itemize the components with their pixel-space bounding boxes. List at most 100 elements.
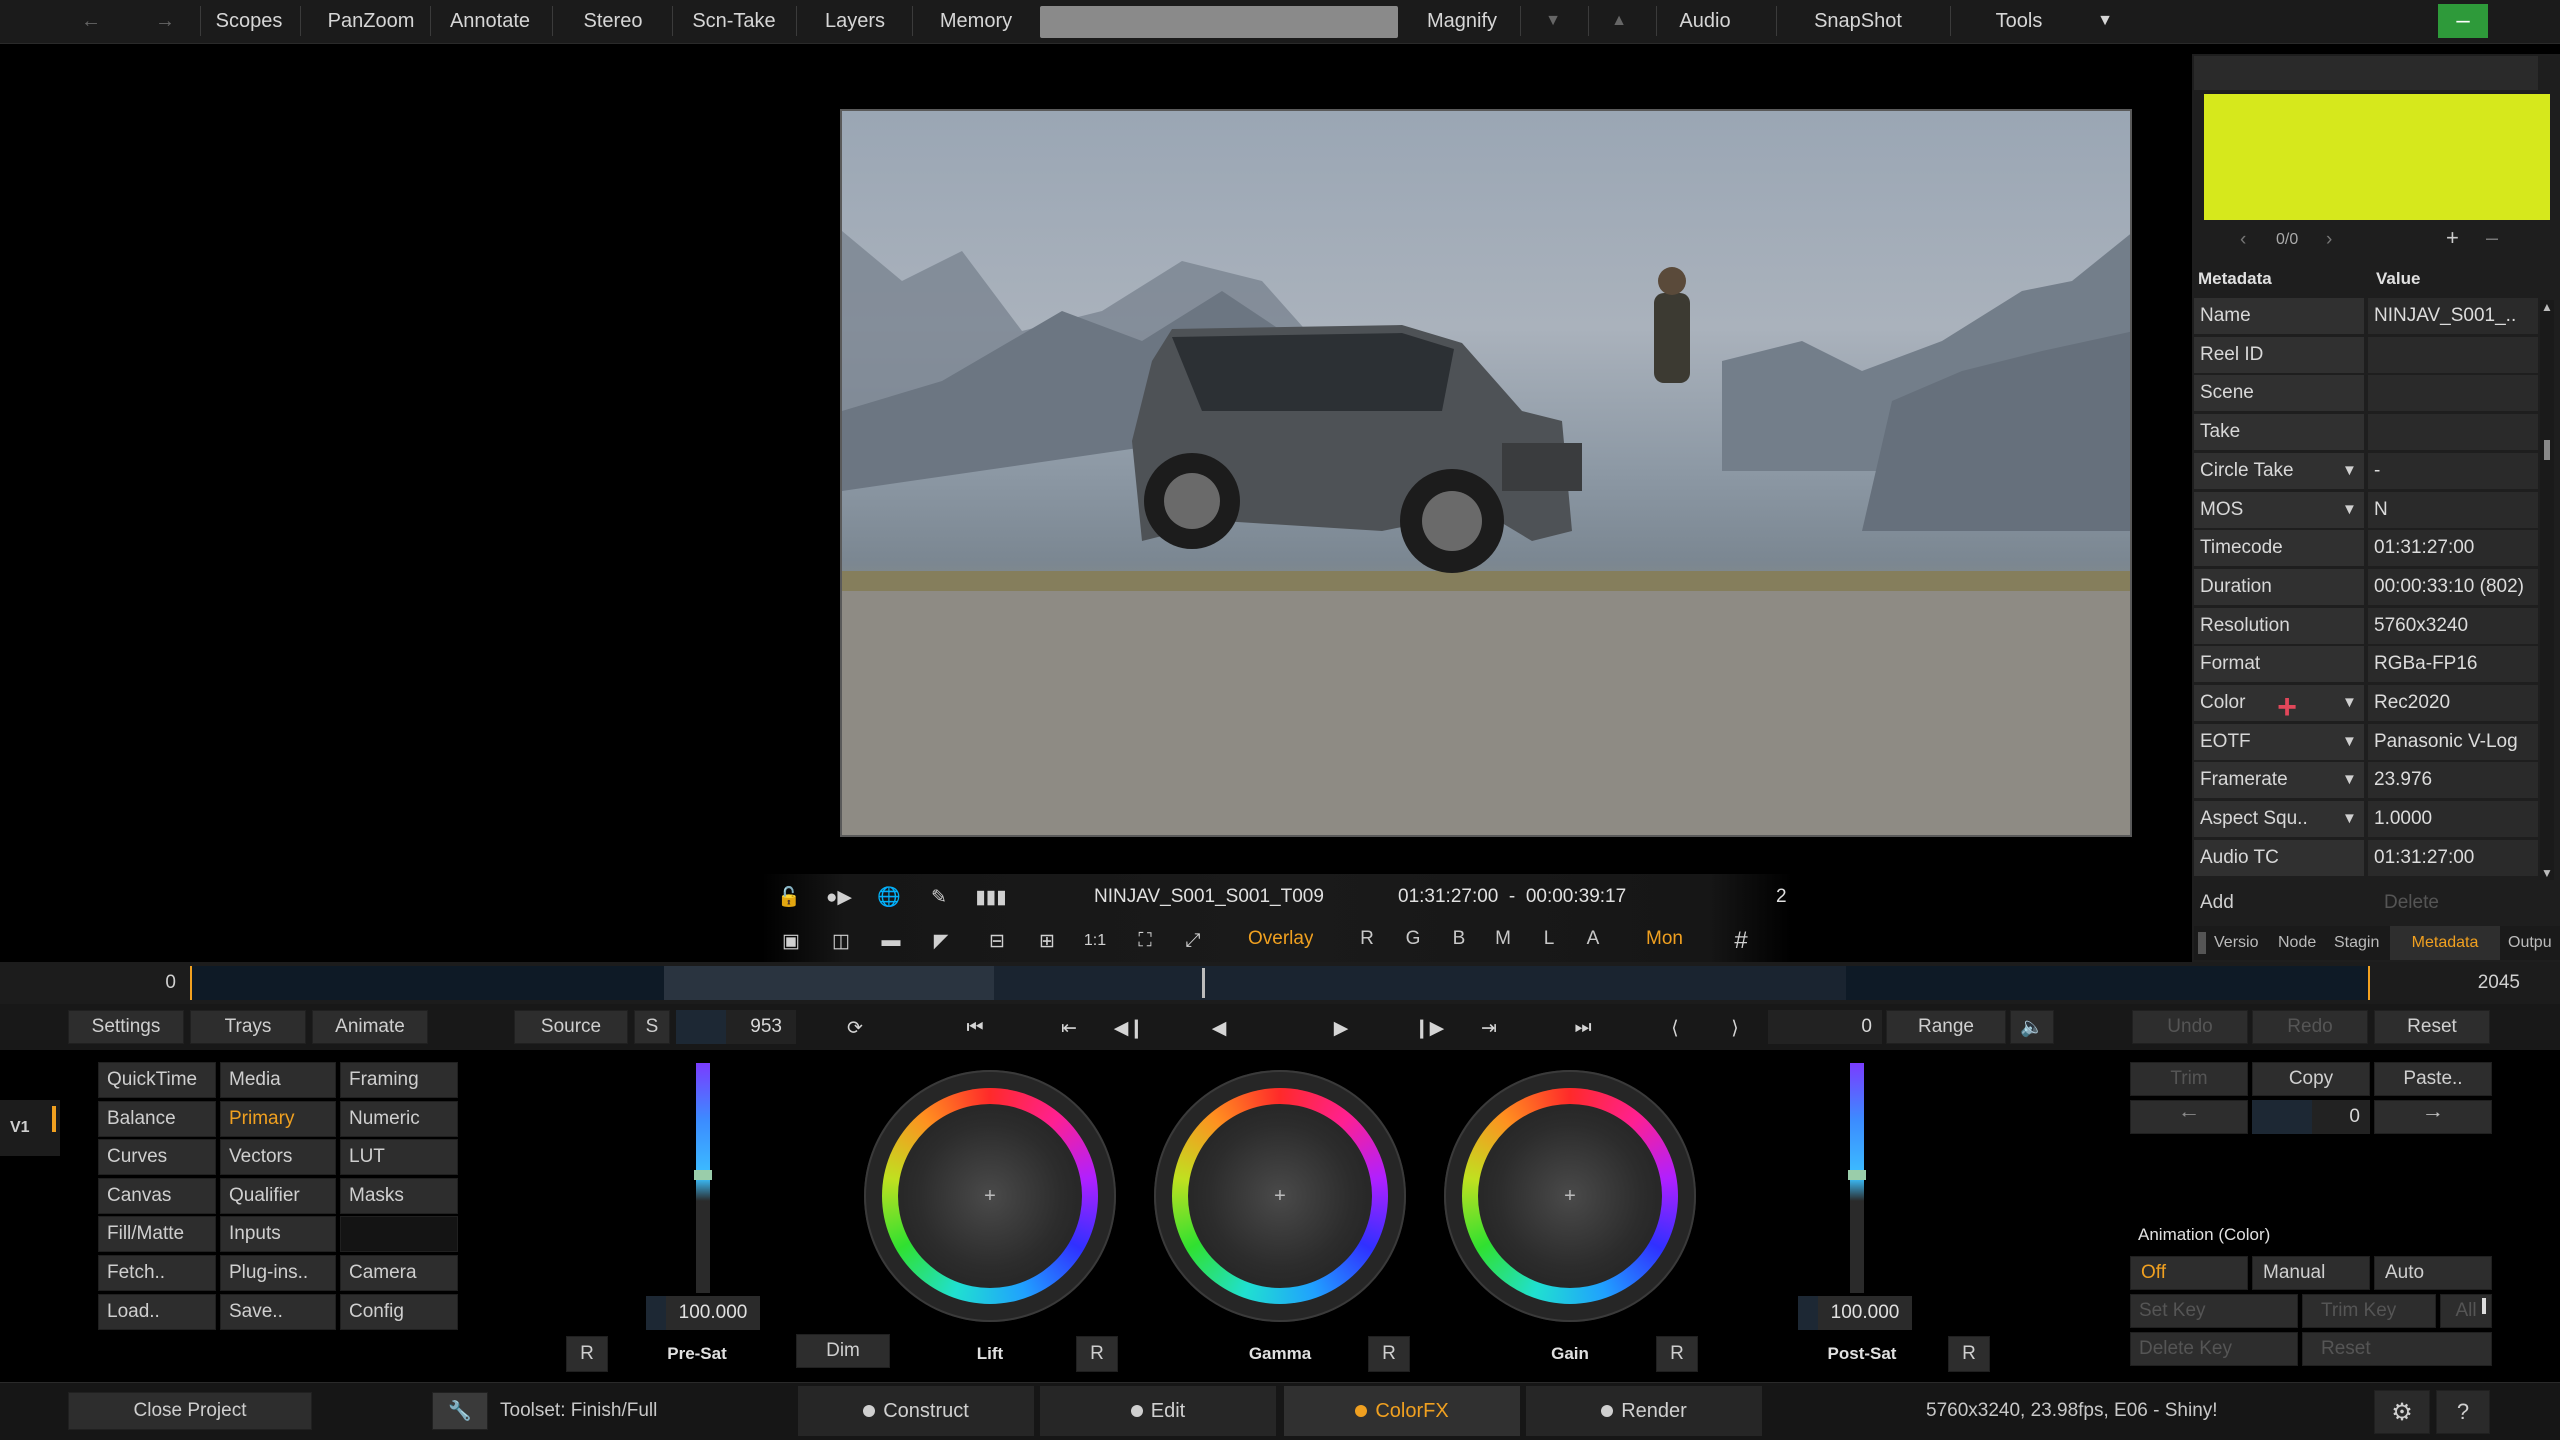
dropdown-arrow-icon[interactable]: ▼ [2342, 501, 2518, 518]
metadata-row[interactable]: Resolution 5760x3240 [2194, 608, 2538, 646]
grid-icon[interactable]: # [1724, 926, 1758, 956]
channel-r-button[interactable]: R [1354, 924, 1380, 954]
lift-wheel[interactable]: + [864, 1070, 1116, 1322]
overlay-button[interactable]: Overlay [1248, 924, 1313, 954]
channel-b-button[interactable]: B [1446, 924, 1472, 954]
forward-arrow-icon[interactable]: → [140, 4, 190, 38]
tool-primary[interactable]: Primary [220, 1100, 336, 1137]
animate-button[interactable]: Animate [312, 1010, 428, 1044]
step-back-icon[interactable]: ◀❙ [1104, 1010, 1154, 1046]
tool-media[interactable]: Media [220, 1062, 336, 1098]
metadata-value[interactable] [2368, 414, 2538, 450]
minimize-button[interactable]: – [2438, 4, 2488, 38]
scroll-up-icon[interactable]: ▲ [2541, 300, 2553, 314]
film-strip-icon[interactable]: ▮▮▮ [974, 882, 1008, 912]
tool-numeric[interactable]: Numeric [340, 1100, 458, 1137]
tab-staging[interactable]: Stagin [2334, 926, 2388, 960]
postsat-value[interactable]: 100.000 [1798, 1296, 1912, 1330]
step-forward-icon[interactable]: ❙▶ [1404, 1010, 1454, 1046]
tab-node[interactable]: Node [2278, 926, 2328, 960]
metadata-add-button[interactable]: Add [2200, 888, 2234, 918]
dropdown-arrow-icon[interactable]: ▼ [2342, 771, 2518, 788]
tool-masks[interactable]: Masks [340, 1177, 458, 1214]
gamma-wheel[interactable]: + [1154, 1070, 1406, 1322]
dim-button[interactable]: Dim [796, 1334, 890, 1368]
menu-memory[interactable]: Memory [928, 4, 1024, 38]
paste-button[interactable]: Paste.. [2374, 1062, 2492, 1096]
chevron-down-icon[interactable]: ▼ [1530, 4, 1576, 38]
back-arrow-icon[interactable]: ← [66, 4, 116, 38]
menu-layers[interactable]: Layers [810, 4, 900, 38]
menu-audio[interactable]: Audio [1668, 4, 1742, 38]
menu-annotate[interactable]: Annotate [440, 4, 540, 38]
workspace-tab-render[interactable]: Render [1526, 1386, 1762, 1436]
tool-vectors[interactable]: Vectors [220, 1139, 336, 1176]
gain-wheel[interactable]: + [1444, 1070, 1696, 1322]
tab-output[interactable]: Outpu [2508, 926, 2560, 960]
pencil-icon[interactable]: ✎ [922, 882, 956, 912]
chevron-up-icon[interactable]: ▲ [1596, 4, 1642, 38]
redo-button[interactable]: Redo [2252, 1010, 2368, 1044]
scroll-thumb[interactable] [2544, 440, 2550, 460]
metadata-row[interactable]: Timecode 01:31:27:00 [2194, 530, 2538, 568]
trim-key-button[interactable]: Trim Key [2302, 1294, 2436, 1328]
metadata-value[interactable]: 01:31:27:00 [2368, 840, 2538, 876]
mon-button[interactable]: Mon [1646, 924, 1683, 954]
tool-plug-ins[interactable]: Plug-ins.. [220, 1255, 336, 1291]
panel-tab-handle-icon[interactable] [2198, 932, 2206, 954]
menu-snapshot[interactable]: SnapShot [1800, 4, 1916, 38]
metadata-value[interactable]: 5760x3240 [2368, 608, 2538, 644]
range-button[interactable]: Range [1886, 1010, 2006, 1044]
zoom-in-icon[interactable]: ⊞ [1030, 926, 1064, 956]
wrench-icon[interactable]: 🔧 [432, 1392, 488, 1430]
tool-camera[interactable]: Camera [340, 1255, 458, 1291]
lift-reset-button[interactable]: R [1076, 1336, 1118, 1372]
trim-button[interactable]: Trim [2130, 1062, 2248, 1096]
tool-curves[interactable]: Curves [98, 1139, 216, 1176]
track-v1[interactable]: V1 [0, 1100, 60, 1156]
gear-icon[interactable]: ⚙ [2374, 1390, 2430, 1434]
nudge-right-icon[interactable]: 🠂 [2374, 1100, 2492, 1134]
dropdown-arrow-icon[interactable]: ▼ [2342, 462, 2518, 479]
metadata-row[interactable]: MOS ▼ N [2194, 492, 2538, 530]
s-button[interactable]: S [634, 1010, 670, 1044]
mark-out-icon[interactable]: ⟩ [1710, 1010, 1760, 1046]
tool-qualifier[interactable]: Qualifier [220, 1177, 336, 1214]
metadata-value[interactable] [2368, 375, 2538, 411]
metadata-row[interactable]: Aspect Squ.. ▼ 1.0000 [2194, 801, 2538, 839]
dropdown-arrow-icon[interactable]: ▼ [2342, 810, 2518, 827]
play-icon[interactable]: ▶ [1316, 1010, 1366, 1046]
metadata-value[interactable]: 01:31:27:00 [2368, 530, 2538, 566]
channel-m-button[interactable]: M [1490, 924, 1516, 954]
tool-canvas[interactable]: Canvas [98, 1177, 216, 1214]
safe-area-icon[interactable]: ◫ [824, 926, 858, 956]
tools-dropdown-icon[interactable]: ▼ [2090, 4, 2120, 38]
presat-handle[interactable] [694, 1170, 712, 1180]
menu-tools[interactable]: Tools [1964, 4, 2074, 38]
range-value[interactable]: 0 [1768, 1010, 1882, 1044]
gain-reset-button[interactable]: R [1656, 1336, 1698, 1372]
timeline-playhead[interactable] [1202, 968, 1205, 998]
trays-button[interactable]: Trays [190, 1010, 306, 1044]
set-key-button[interactable]: Set Key [2130, 1294, 2298, 1328]
fit-frame-icon[interactable]: ▣ [774, 926, 808, 956]
postsat-reset-button[interactable]: R [1948, 1336, 1990, 1372]
menu-panzoom[interactable]: PanZoom [318, 4, 424, 38]
copy-button[interactable]: Copy [2252, 1062, 2370, 1096]
workspace-tab-construct[interactable]: Construct [798, 1386, 1034, 1436]
undo-button[interactable]: Undo [2132, 1010, 2248, 1044]
frame-field[interactable]: 953 [676, 1010, 796, 1044]
presat-value[interactable]: 100.000 [646, 1296, 760, 1330]
source-button[interactable]: Source [514, 1010, 628, 1044]
loop-icon[interactable]: ⟳ [830, 1010, 880, 1046]
metadata-value[interactable]: NINJAV_S001_.. [2368, 298, 2538, 334]
metadata-scrollbar[interactable]: ▲ ▼ [2540, 300, 2554, 880]
reverse-play-icon[interactable]: ◀ [1194, 1010, 1244, 1046]
presat-reset-button[interactable]: R [566, 1336, 608, 1372]
swatch-next-icon[interactable]: › [2326, 226, 2332, 254]
nudge-left-icon[interactable]: 🠀 [2130, 1100, 2248, 1134]
reset-button[interactable]: Reset [2374, 1010, 2490, 1044]
metadata-row[interactable]: Color ▼ Rec2020 [2194, 685, 2538, 723]
metadata-row[interactable]: Reel ID [2194, 337, 2538, 375]
tool-config[interactable]: Config [340, 1293, 458, 1330]
